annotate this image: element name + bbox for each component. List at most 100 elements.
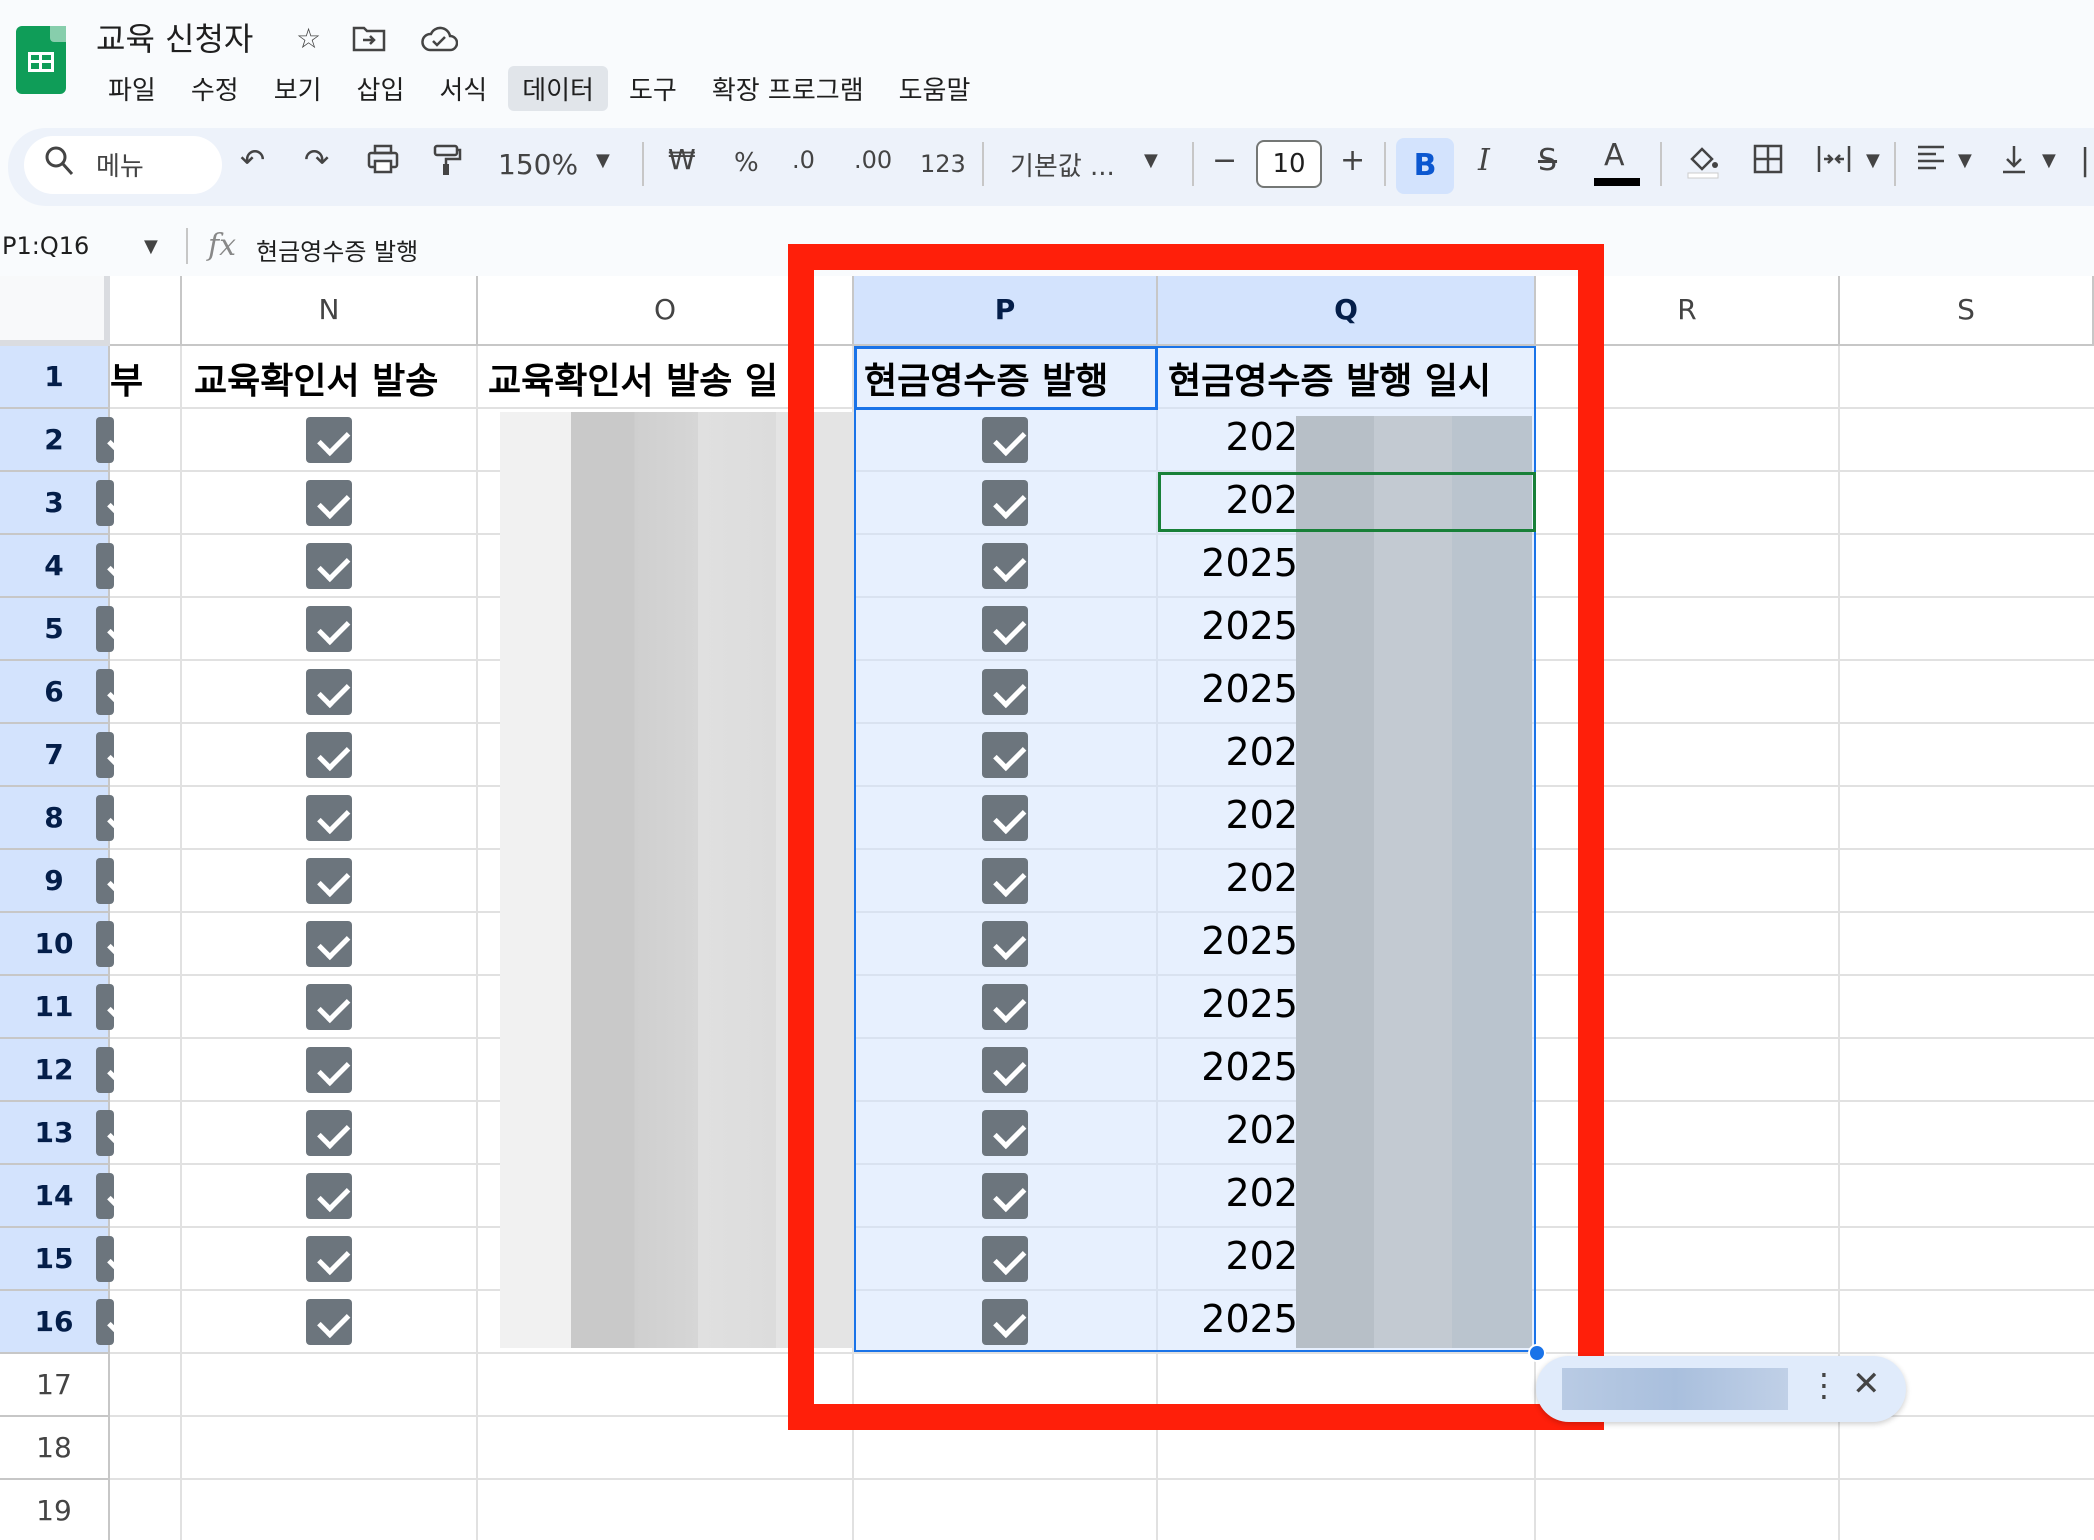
- strikethrough-icon[interactable]: S: [1538, 143, 1557, 178]
- checkbox-p6[interactable]: [982, 669, 1028, 715]
- document-title[interactable]: 교육 신청자: [96, 14, 253, 60]
- merge-cells-icon[interactable]: [1816, 143, 1852, 183]
- checkbox-m14[interactable]: [96, 1173, 114, 1219]
- menu-insert[interactable]: 삽입: [343, 66, 419, 111]
- checkbox-n4[interactable]: [306, 543, 352, 589]
- column-header-o[interactable]: O: [478, 276, 854, 346]
- cell-q9[interactable]: 202: [1168, 856, 1298, 900]
- decrease-font-size-icon[interactable]: −: [1212, 143, 1237, 178]
- increase-font-size-icon[interactable]: +: [1340, 143, 1365, 178]
- checkbox-p7[interactable]: [982, 732, 1028, 778]
- cell-q12[interactable]: 2025: [1168, 1045, 1298, 1089]
- menu-file[interactable]: 파일: [94, 66, 170, 111]
- merge-dropdown-icon[interactable]: ▼: [1866, 150, 1880, 171]
- fill-color-icon[interactable]: [1684, 143, 1720, 187]
- row-header-9[interactable]: 9: [0, 850, 110, 913]
- column-header-m[interactable]: [110, 276, 182, 346]
- valign-dropdown-icon[interactable]: ▼: [2042, 150, 2056, 171]
- checkbox-m15[interactable]: [96, 1236, 114, 1282]
- cell-q4[interactable]: 2025: [1168, 541, 1298, 585]
- menu-data[interactable]: 데이터: [508, 66, 608, 111]
- checkbox-m11[interactable]: [96, 984, 114, 1030]
- formula-input[interactable]: 현금영수증 발행: [256, 232, 418, 267]
- checkbox-n2[interactable]: [306, 417, 352, 463]
- cell-q16[interactable]: 2025: [1168, 1297, 1298, 1341]
- menu-edit[interactable]: 수정: [177, 66, 253, 111]
- name-box[interactable]: P1:Q16: [2, 232, 89, 260]
- font-select[interactable]: 기본값 ...: [1010, 146, 1115, 183]
- column-header-s[interactable]: S: [1840, 276, 2094, 346]
- row-header-5[interactable]: 5: [0, 598, 110, 661]
- cell-q11[interactable]: 2025: [1168, 982, 1298, 1026]
- horizontal-align-icon[interactable]: [1916, 143, 1946, 179]
- checkbox-m9[interactable]: [96, 858, 114, 904]
- row-header-7[interactable]: 7: [0, 724, 110, 787]
- checkbox-n10[interactable]: [306, 921, 352, 967]
- italic-button[interactable]: I: [1478, 143, 1490, 178]
- checkbox-p10[interactable]: [982, 921, 1028, 967]
- vertical-align-icon[interactable]: [2000, 143, 2028, 183]
- checkbox-n7[interactable]: [306, 732, 352, 778]
- menu-tools[interactable]: 도구: [615, 66, 691, 111]
- checkbox-p5[interactable]: [982, 606, 1028, 652]
- column-header-p[interactable]: P: [854, 276, 1158, 346]
- cell-q14[interactable]: 202: [1168, 1171, 1298, 1215]
- checkbox-m3[interactable]: [96, 480, 114, 526]
- menu-view[interactable]: 보기: [260, 66, 336, 111]
- cloud-saved-icon[interactable]: [420, 26, 459, 59]
- checkbox-m12[interactable]: [96, 1047, 114, 1093]
- row-header-2[interactable]: 2: [0, 409, 110, 472]
- cell-m1[interactable]: 부: [110, 352, 176, 404]
- sheets-logo[interactable]: [16, 26, 66, 94]
- checkbox-m7[interactable]: [96, 732, 114, 778]
- checkbox-n13[interactable]: [306, 1110, 352, 1156]
- checkbox-p15[interactable]: [982, 1236, 1028, 1282]
- checkbox-p4[interactable]: [982, 543, 1028, 589]
- select-all-corner[interactable]: [0, 276, 110, 346]
- number-format-button[interactable]: 123: [920, 150, 966, 178]
- sheet-grid[interactable]: N O P Q R S 1 2 3 4 5 6 7 8 9 10 11 12 13 14 15 16 17 18 1…: [0, 276, 2094, 1540]
- checkbox-n9[interactable]: [306, 858, 352, 904]
- checkbox-p11[interactable]: [982, 984, 1028, 1030]
- paint-format-icon[interactable]: [432, 143, 462, 185]
- row-header-13[interactable]: 13: [0, 1102, 110, 1165]
- row-header-6[interactable]: 6: [0, 661, 110, 724]
- menu-format[interactable]: 서식: [425, 66, 501, 111]
- column-header-q[interactable]: Q: [1158, 276, 1536, 346]
- undo-icon[interactable]: ↶: [240, 143, 265, 178]
- checkbox-n6[interactable]: [306, 669, 352, 715]
- checkbox-p8[interactable]: [982, 795, 1028, 841]
- checkbox-n8[interactable]: [306, 795, 352, 841]
- checkbox-n3[interactable]: [306, 480, 352, 526]
- cell-q2[interactable]: 202: [1168, 415, 1298, 459]
- checkbox-m2[interactable]: [96, 417, 114, 463]
- row-header-8[interactable]: 8: [0, 787, 110, 850]
- row-header-4[interactable]: 4: [0, 535, 110, 598]
- row-header-3[interactable]: 3: [0, 472, 110, 535]
- print-icon[interactable]: [366, 143, 400, 183]
- checkbox-m10[interactable]: [96, 921, 114, 967]
- row-header-11[interactable]: 11: [0, 976, 110, 1039]
- cell-q7[interactable]: 202: [1168, 730, 1298, 774]
- checkbox-m8[interactable]: [96, 795, 114, 841]
- checkbox-n12[interactable]: [306, 1047, 352, 1093]
- cell-q6[interactable]: 2025: [1168, 667, 1298, 711]
- bold-button[interactable]: B: [1396, 138, 1454, 194]
- cell-q1[interactable]: 현금영수증 발행 일시: [1168, 352, 1532, 404]
- menu-help[interactable]: 도움말: [885, 66, 985, 111]
- fill-handle[interactable]: [1528, 1344, 1546, 1362]
- checkbox-n5[interactable]: [306, 606, 352, 652]
- move-to-folder-icon[interactable]: [352, 24, 386, 59]
- zoom-dropdown-icon[interactable]: ▼: [596, 150, 610, 171]
- row-header-16[interactable]: 16: [0, 1291, 110, 1354]
- row-header-10[interactable]: 10: [0, 913, 110, 976]
- checkbox-p16[interactable]: [982, 1299, 1028, 1345]
- text-wrap-icon[interactable]: |: [2080, 143, 2090, 178]
- font-size-input[interactable]: 10: [1256, 140, 1322, 188]
- checkbox-n15[interactable]: [306, 1236, 352, 1282]
- menu-search-label[interactable]: 메뉴: [96, 146, 144, 183]
- cell-q10[interactable]: 2025: [1168, 919, 1298, 963]
- more-options-icon[interactable]: ⋮: [1808, 1366, 1840, 1404]
- row-header-15[interactable]: 15: [0, 1228, 110, 1291]
- row-header-17[interactable]: 17: [0, 1354, 110, 1417]
